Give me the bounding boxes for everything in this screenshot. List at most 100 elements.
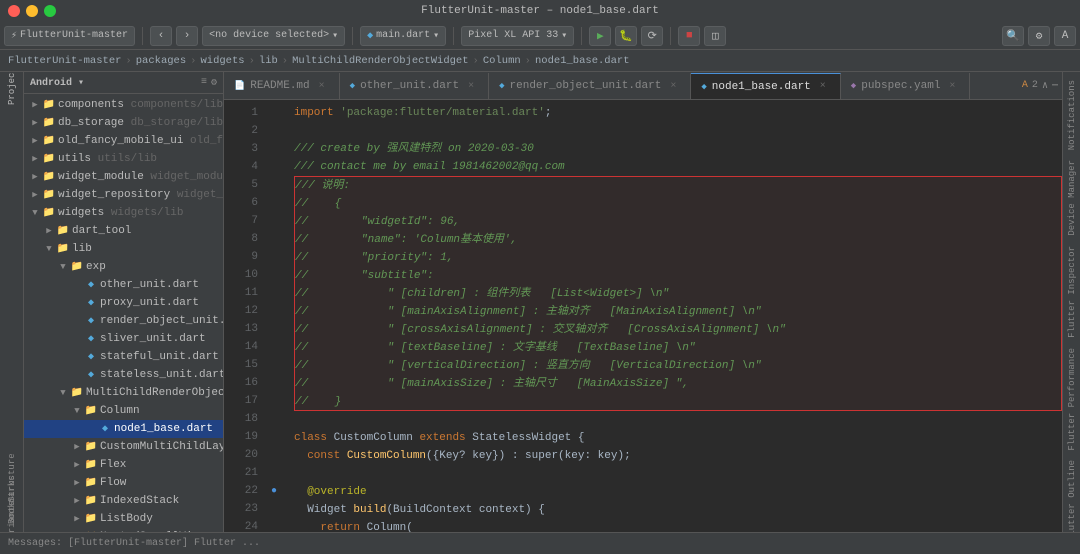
device-selector[interactable]: <no device selected> ▾	[202, 26, 345, 46]
tree-item-widget_repository[interactable]: ▶ 📁 widget_repository widget_repository/…	[24, 186, 223, 204]
tree-item-Flow[interactable]: ▶ 📁 Flow	[24, 474, 223, 492]
coverage-button[interactable]: ◫	[704, 26, 726, 46]
tree-item-sliver_unit[interactable]: ◆ sliver_unit.dart	[24, 330, 223, 348]
tree-item-CustomMultiChildLayout[interactable]: ▶ 📁 CustomMultiChildLayout	[24, 438, 223, 456]
tree-item-exp[interactable]: ▼ 📁 exp	[24, 258, 223, 276]
tab-readme-label: README.md	[250, 80, 309, 92]
tree-item-components[interactable]: ▶ 📁 components components/lib	[24, 96, 223, 114]
pubspec-icon: ◆	[851, 81, 856, 91]
notifications-label[interactable]: Notifications	[1067, 76, 1077, 154]
tab-expand-icon[interactable]: ∧	[1042, 80, 1048, 92]
tab-other-unit-label: other_unit.dart	[360, 80, 459, 92]
breadcrumb-file[interactable]: node1_base.dart	[535, 55, 630, 67]
tree-item-Flex[interactable]: ▶ 📁 Flex	[24, 456, 223, 474]
breadcrumb-flutterunit[interactable]: FlutterUnit-master	[8, 55, 121, 67]
tree-item-MultiChildRenderObjectWidget[interactable]: ▼ 📁 MultiChildRenderObjectWidget	[24, 384, 223, 402]
flutter-performance-label[interactable]: Flutter Performance	[1067, 344, 1077, 455]
maximize-button[interactable]	[44, 5, 56, 17]
tab-readme-close[interactable]: ×	[315, 79, 329, 93]
tab-readme[interactable]: 📄 README.md ×	[224, 73, 340, 99]
tree-item-proxy_unit[interactable]: ◆ proxy_unit.dart	[24, 294, 223, 312]
tab-node1-base-close[interactable]: ×	[816, 80, 830, 94]
tab-render-object[interactable]: ◆ render_object_unit.dart ×	[489, 73, 691, 99]
tree-item-lib[interactable]: ▼ 📁 lib	[24, 240, 223, 258]
tree-item-IndexedStack[interactable]: ▶ 📁 IndexedStack	[24, 492, 223, 510]
tab-bar: 📄 README.md × ◆ other_unit.dart × ◆ rend…	[224, 72, 1062, 100]
bottom-bar: Messages: [FlutterUnit-master] Flutter .…	[0, 532, 1080, 554]
profile-button[interactable]: ⟳	[641, 26, 663, 46]
breadcrumb-multichildrenderobjectwidget[interactable]: MultiChildRenderObjectWidget	[292, 55, 468, 67]
chevron-down-icon: ▾	[332, 30, 338, 42]
code-line-23: Widget build(BuildContext context) {	[294, 501, 1062, 519]
run-button[interactable]: ▶	[589, 26, 611, 46]
tab-render-object-label: render_object_unit.dart	[510, 80, 662, 92]
tree-item-node1_base[interactable]: ◆ node1_base.dart	[24, 420, 223, 438]
device-api-label: Pixel XL API 33	[468, 30, 558, 41]
tree-item-widgets[interactable]: ▼ 📁 widgets widgets/lib	[24, 204, 223, 222]
title-bar: FlutterUnit-master – node1_base.dart	[0, 0, 1080, 22]
tab-other-unit[interactable]: ◆ other_unit.dart ×	[340, 73, 489, 99]
search-button[interactable]: 🔍	[1002, 26, 1024, 46]
tab-more-icon[interactable]: ⋯	[1052, 80, 1058, 92]
toolbar: ⚡ FlutterUnit-master ‹ › <no device sele…	[0, 22, 1080, 50]
tab-pubspec-label: pubspec.yaml	[861, 80, 940, 92]
breadcrumb-widgets[interactable]: widgets	[200, 55, 244, 67]
code-line-14: // " [textBaseline] : 文字基线 [TextBaseline…	[295, 339, 1061, 357]
tree-item-old_fancy[interactable]: ▶ 📁 old_fancy_mobile_ui old_fancy_mobile…	[24, 132, 223, 150]
variants-icon[interactable]: Variants	[2, 512, 22, 532]
device-manager-label[interactable]: Device Manager	[1067, 156, 1077, 240]
settings-button[interactable]: ⚙	[1028, 26, 1050, 46]
breadcrumb-packages[interactable]: packages	[136, 55, 186, 67]
stop-button[interactable]: ■	[678, 26, 700, 46]
tree-item-ListBody[interactable]: ▶ 📁 ListBody	[24, 510, 223, 528]
device-api-btn[interactable]: Pixel XL API 33 ▾	[461, 26, 574, 46]
tree-item-widget_module[interactable]: ▶ 📁 widget_module widget_module/lib	[24, 168, 223, 186]
tree-root: ▶ 📁 components components/lib ▶ 📁 db_sto…	[24, 94, 223, 532]
flutter-outline-label[interactable]: Flutter Outline	[1067, 456, 1077, 532]
main-dart-btn[interactable]: ◆ main.dart ▾	[360, 26, 446, 46]
close-button[interactable]	[8, 5, 20, 17]
dart-file-icon: ◆	[367, 30, 373, 42]
logo-label: FlutterUnit-master	[20, 30, 128, 41]
logo-btn[interactable]: ⚡ FlutterUnit-master	[4, 26, 135, 46]
tree-icon-collapse[interactable]: ≡	[201, 77, 207, 89]
code-content[interactable]: import 'package:flutter/material.dart'; …	[284, 100, 1062, 532]
tree-item-stateful_unit[interactable]: ◆ stateful_unit.dart	[24, 348, 223, 366]
translate-button[interactable]: A	[1054, 26, 1076, 46]
tab-pubspec-close[interactable]: ×	[945, 79, 959, 93]
tab-node1-base[interactable]: ◆ node1_base.dart ×	[691, 73, 840, 99]
flutter-inspector-label[interactable]: Flutter Inspector	[1067, 242, 1077, 342]
main-layout: Project Structure Bookmarks Variants And…	[0, 72, 1080, 532]
tab-other-unit-close[interactable]: ×	[464, 79, 478, 93]
tree-item-other_unit[interactable]: ◆ other_unit.dart	[24, 276, 223, 294]
code-line-2	[294, 122, 1062, 140]
code-line-8: // "name": 'Column基本使用',	[295, 231, 1061, 249]
breadcrumb-lib[interactable]: lib	[259, 55, 278, 67]
forward-button[interactable]: ›	[176, 26, 198, 46]
window-title: FlutterUnit-master – node1_base.dart	[421, 5, 659, 17]
code-line-4: /// contact me by email 1981462002@qq.co…	[294, 158, 1062, 176]
toolbar-divider-4	[581, 27, 582, 45]
tree-item-stateless_unit[interactable]: ◆ stateless_unit.dart	[24, 366, 223, 384]
readme-icon: 📄	[234, 81, 245, 91]
tab-render-object-close[interactable]: ×	[666, 79, 680, 93]
tree-item-dart_tool[interactable]: ▶ 📁 dart_tool	[24, 222, 223, 240]
tree-icon-settings[interactable]: ⚙	[211, 77, 217, 89]
tree-item-render_object_unit[interactable]: ◆ render_object_unit.dart	[24, 312, 223, 330]
tree-item-db_storage[interactable]: ▶ 📁 db_storage db_storage/lib	[24, 114, 223, 132]
tree-header: Android ▾ ≡ ⚙	[24, 72, 223, 94]
tree-item-utils[interactable]: ▶ 📁 utils utils/lib	[24, 150, 223, 168]
minimize-button[interactable]	[26, 5, 38, 17]
tab-pubspec[interactable]: ◆ pubspec.yaml ×	[841, 73, 971, 99]
chevron-down-icon-3: ▾	[561, 30, 567, 42]
code-line-7: // "widgetId": 96,	[295, 213, 1061, 231]
tree-item-Column[interactable]: ▼ 📁 Column	[24, 402, 223, 420]
breadcrumb-column[interactable]: Column	[483, 55, 521, 67]
breadcrumb: FlutterUnit-master › packages › widgets …	[0, 50, 1080, 72]
toolbar-divider-2	[352, 27, 353, 45]
code-line-5: /// 说明:	[295, 177, 1061, 195]
code-line-17: // }	[295, 393, 1061, 411]
debug-button[interactable]: 🐛	[615, 26, 637, 46]
back-button[interactable]: ‹	[150, 26, 172, 46]
project-icon[interactable]: Project	[2, 76, 22, 96]
